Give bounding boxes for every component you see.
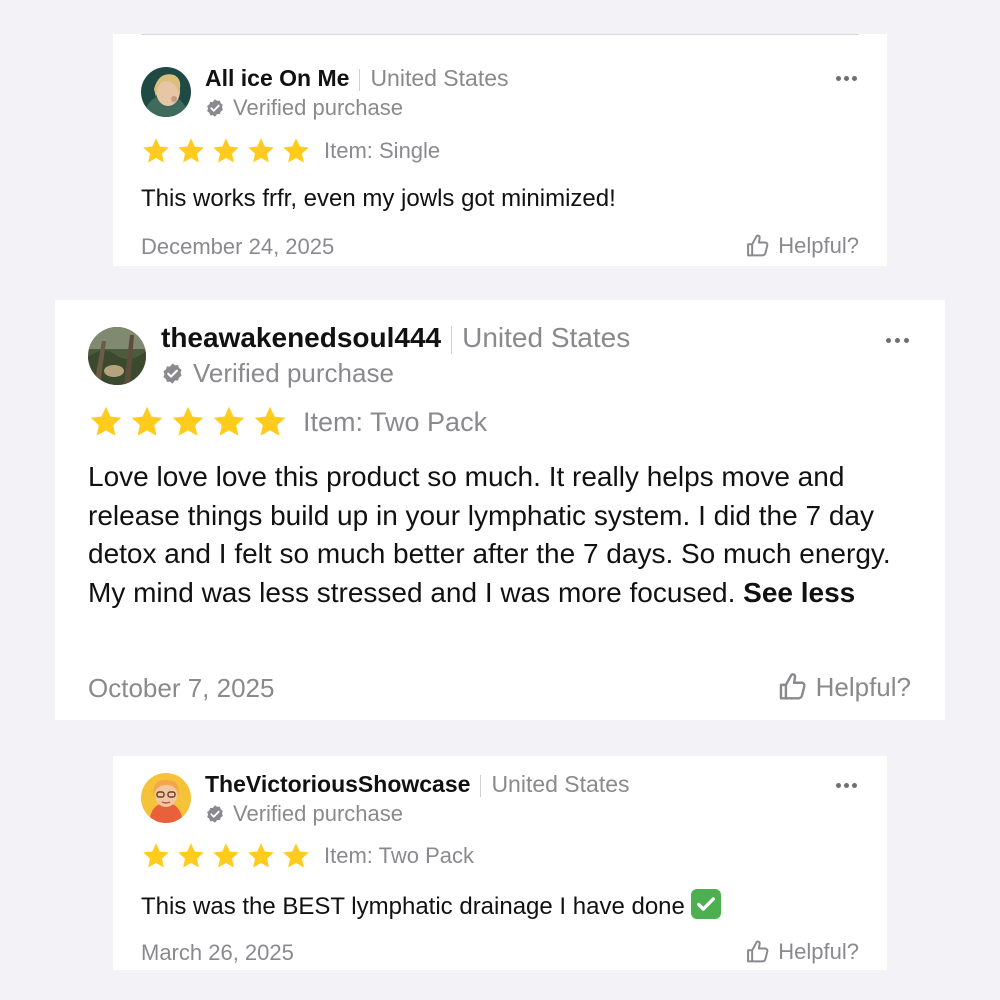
more-options-icon[interactable] (833, 76, 857, 81)
rating-row: Item: Two Pack (141, 841, 474, 871)
rating-row: Item: Two Pack (88, 404, 487, 440)
avatar[interactable] (88, 327, 146, 385)
item-variant: Item: Two Pack (303, 406, 488, 437)
divider (359, 68, 361, 91)
review-card: theawakenedsoul444 United States Verified… (55, 300, 945, 720)
thumbs-up-icon (779, 673, 806, 700)
divider (141, 34, 859, 35)
verified-label: Verified purchase (233, 95, 403, 120)
star-icon (172, 406, 204, 436)
see-less-link[interactable]: See less (743, 577, 855, 608)
verified-badge: Verified purchase (205, 95, 403, 121)
star-icon (283, 843, 309, 868)
thumbs-up-icon (747, 940, 769, 963)
divider (480, 774, 482, 797)
reviewer-header: All ice On Me United States (205, 65, 509, 92)
star-rating (141, 136, 316, 166)
review-card: All ice On Me United States Verified purc… (113, 34, 887, 266)
more-options-icon[interactable] (882, 338, 909, 343)
star-icon (213, 406, 245, 436)
helpful-label: Helpful? (778, 233, 859, 258)
verified-badge: Verified purchase (161, 358, 394, 389)
review-text: This was the BEST lymphatic drainage I h… (141, 889, 861, 924)
reviewer-country: United States (462, 322, 631, 353)
verified-check-icon (163, 363, 182, 384)
review-date: December 24, 2025 (141, 234, 335, 259)
helpful-button[interactable]: Helpful? (776, 670, 911, 704)
star-icon (131, 406, 163, 436)
review-date: March 26, 2025 (141, 940, 294, 965)
star-icon (283, 138, 309, 163)
review-text: Love love love this product so much. It … (88, 458, 918, 612)
item-variant: Item: Single (324, 138, 441, 163)
verified-label: Verified purchase (233, 801, 403, 826)
star-icon (248, 138, 274, 163)
review-card: TheVictoriousShowcase United States Verif… (113, 756, 887, 970)
check-mark-emoji-icon (690, 889, 721, 919)
reviewer-header: TheVictoriousShowcase United States (205, 771, 630, 798)
review-date: October 7, 2025 (88, 673, 275, 703)
star-icon (178, 138, 204, 163)
star-icon (254, 406, 286, 436)
helpful-button[interactable]: Helpful? (744, 232, 859, 260)
star-icon (248, 843, 274, 868)
review-body: This was the BEST lymphatic drainage I h… (141, 893, 685, 920)
avatar[interactable] (141, 67, 191, 117)
avatar[interactable] (141, 773, 191, 823)
verified-badge: Verified purchase (205, 801, 403, 827)
review-text: This works frfr, even my jowls got minim… (141, 182, 861, 216)
star-icon (213, 138, 239, 163)
reviewer-country: United States (491, 771, 630, 797)
reviewer-name[interactable]: TheVictoriousShowcase (205, 771, 470, 797)
star-rating (88, 404, 293, 440)
helpful-label: Helpful? (815, 671, 911, 702)
verified-check-icon (207, 99, 223, 117)
verified-check-icon (207, 805, 223, 823)
reviewer-header: theawakenedsoul444 United States (161, 322, 630, 354)
reviewer-country: United States (370, 65, 509, 91)
rating-row: Item: Single (141, 136, 440, 166)
reviewer-name[interactable]: All ice On Me (205, 65, 349, 91)
star-icon (213, 843, 239, 868)
more-options-icon[interactable] (833, 783, 857, 788)
helpful-button[interactable]: Helpful? (744, 938, 859, 966)
star-icon (143, 138, 169, 163)
item-variant: Item: Two Pack (324, 843, 474, 868)
verified-label: Verified purchase (193, 358, 394, 388)
divider (451, 325, 453, 354)
star-icon (143, 843, 169, 868)
star-icon (178, 843, 204, 868)
star-rating (141, 841, 316, 871)
helpful-label: Helpful? (778, 939, 859, 964)
star-icon (90, 406, 122, 436)
reviewer-name[interactable]: theawakenedsoul444 (161, 322, 441, 353)
review-body: This works frfr, even my jowls got minim… (141, 185, 616, 212)
thumbs-up-icon (747, 234, 769, 257)
